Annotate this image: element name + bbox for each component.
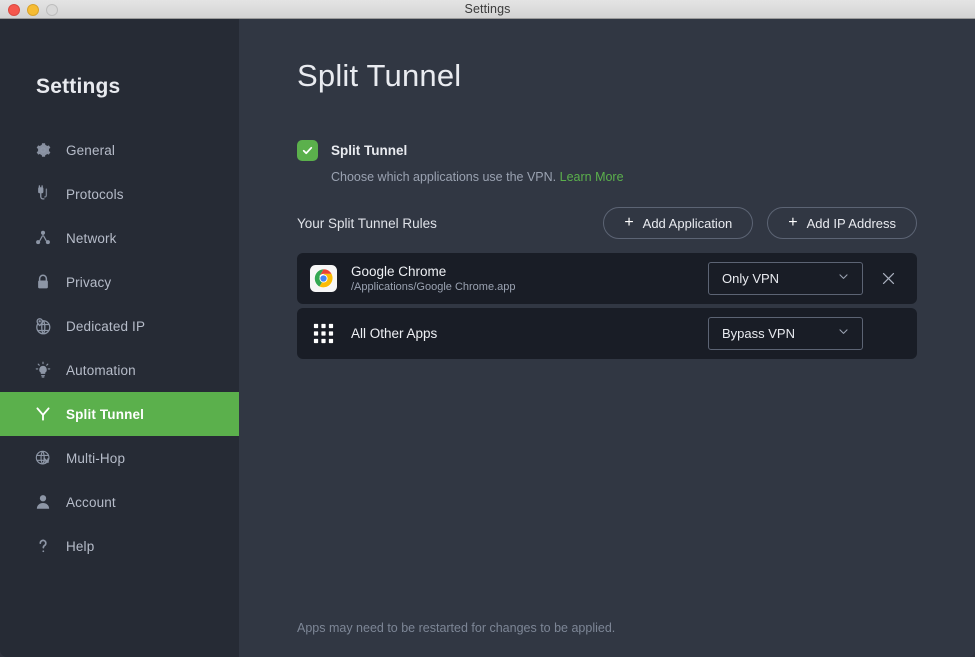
close-window-button[interactable] bbox=[8, 3, 20, 16]
sidebar-item-general[interactable]: General bbox=[0, 128, 239, 172]
chevron-down-icon bbox=[837, 270, 850, 288]
sidebar-nav: General Protocols Network Privacy Dedica… bbox=[0, 128, 239, 568]
sidebar-item-multi-hop[interactable]: Multi-Hop bbox=[0, 436, 239, 480]
sidebar-item-network[interactable]: Network bbox=[0, 216, 239, 260]
footer-note: Apps may need to be restarted for change… bbox=[297, 621, 616, 635]
lightbulb-icon bbox=[33, 361, 52, 380]
rules-list: Google Chrome /Applications/Google Chrom… bbox=[239, 239, 975, 359]
add-ip-address-button[interactable]: + Add IP Address bbox=[767, 207, 917, 239]
person-icon bbox=[33, 493, 52, 512]
rule-controls: Only VPN bbox=[708, 262, 905, 296]
rules-actions: + Add Application + Add IP Address bbox=[603, 207, 917, 239]
window-body: Settings General Protocols Network Priva… bbox=[0, 19, 975, 657]
rule-app-path: /Applications/Google Chrome.app bbox=[351, 281, 516, 293]
network-nodes-icon bbox=[33, 229, 52, 248]
plus-icon: + bbox=[624, 214, 634, 231]
rule-text: Google Chrome /Applications/Google Chrom… bbox=[351, 264, 708, 293]
sidebar-item-label: General bbox=[66, 142, 116, 158]
rule-mode-select[interactable]: Only VPN bbox=[708, 262, 863, 295]
gear-icon bbox=[33, 141, 52, 160]
add-application-button[interactable]: + Add Application bbox=[603, 207, 754, 239]
chrome-icon bbox=[310, 265, 337, 292]
sidebar-item-automation[interactable]: Automation bbox=[0, 348, 239, 392]
lock-icon bbox=[33, 273, 52, 292]
sidebar-heading: Settings bbox=[36, 75, 121, 98]
sidebar-item-privacy[interactable]: Privacy bbox=[0, 260, 239, 304]
sidebar-item-dedicated-ip[interactable]: Dedicated IP bbox=[0, 304, 239, 348]
traffic-lights bbox=[8, 0, 58, 19]
sidebar-item-label: Multi-Hop bbox=[66, 450, 126, 466]
add-ip-address-label: Add IP Address bbox=[806, 215, 896, 231]
apps-grid-icon bbox=[310, 320, 337, 347]
sidebar-item-split-tunnel[interactable]: Split Tunnel bbox=[0, 392, 239, 436]
plug-icon bbox=[33, 185, 52, 204]
sidebar-item-label: Split Tunnel bbox=[66, 406, 145, 422]
split-tunnel-toggle-row: Split Tunnel bbox=[239, 94, 975, 161]
split-tunnel-toggle-label: Split Tunnel bbox=[331, 143, 408, 158]
sidebar: Settings General Protocols Network Priva… bbox=[0, 19, 239, 657]
rule-app-name: Google Chrome bbox=[351, 264, 447, 279]
rule-row: Google Chrome /Applications/Google Chrom… bbox=[297, 253, 917, 304]
sidebar-item-label: Account bbox=[66, 494, 116, 510]
split-tunnel-description: Choose which applications use the VPN. L… bbox=[239, 161, 975, 184]
settings-window: Settings Settings General Protocols Netw… bbox=[0, 0, 975, 657]
zoom-window-button[interactable] bbox=[46, 3, 58, 16]
description-text: Choose which applications use the VPN. bbox=[331, 170, 557, 184]
learn-more-link[interactable]: Learn More bbox=[560, 170, 624, 184]
rules-header: Your Split Tunnel Rules + Add Applicatio… bbox=[239, 184, 975, 239]
sidebar-item-help[interactable]: Help bbox=[0, 524, 239, 568]
globe-arrow-icon bbox=[33, 449, 52, 468]
main-content: Split Tunnel Split Tunnel Choose which a… bbox=[239, 19, 975, 657]
split-tunnel-icon bbox=[33, 405, 52, 424]
rule-mode-value: Only VPN bbox=[722, 271, 780, 286]
sidebar-item-account[interactable]: Account bbox=[0, 480, 239, 524]
sidebar-item-label: Privacy bbox=[66, 274, 112, 290]
rule-text: All Other Apps bbox=[351, 326, 708, 341]
rule-mode-value: Bypass VPN bbox=[722, 326, 795, 341]
window-titlebar: Settings bbox=[0, 0, 975, 19]
window-title: Settings bbox=[464, 2, 511, 16]
rule-mode-select[interactable]: Bypass VPN bbox=[708, 317, 863, 350]
sidebar-item-label: Network bbox=[66, 230, 117, 246]
rule-controls: Bypass VPN bbox=[708, 317, 905, 351]
sidebar-item-label: Automation bbox=[66, 362, 136, 378]
page-title: Split Tunnel bbox=[297, 58, 462, 93]
sidebar-item-label: Protocols bbox=[66, 186, 124, 202]
minimize-window-button[interactable] bbox=[27, 3, 39, 16]
rules-title: Your Split Tunnel Rules bbox=[297, 215, 437, 231]
plus-icon: + bbox=[788, 214, 798, 231]
remove-rule-placeholder bbox=[871, 317, 905, 351]
add-application-label: Add Application bbox=[642, 215, 733, 231]
sidebar-item-label: Dedicated IP bbox=[66, 318, 146, 334]
split-tunnel-checkbox[interactable] bbox=[297, 140, 318, 161]
sidebar-item-label: Help bbox=[66, 538, 95, 554]
rule-row: All Other Apps Bypass VPN bbox=[297, 308, 917, 359]
chevron-down-icon bbox=[837, 325, 850, 343]
remove-rule-button[interactable] bbox=[871, 262, 905, 296]
pin-globe-icon bbox=[33, 317, 52, 336]
sidebar-item-protocols[interactable]: Protocols bbox=[0, 172, 239, 216]
rule-app-name: All Other Apps bbox=[351, 326, 438, 341]
question-mark-icon bbox=[33, 537, 52, 556]
